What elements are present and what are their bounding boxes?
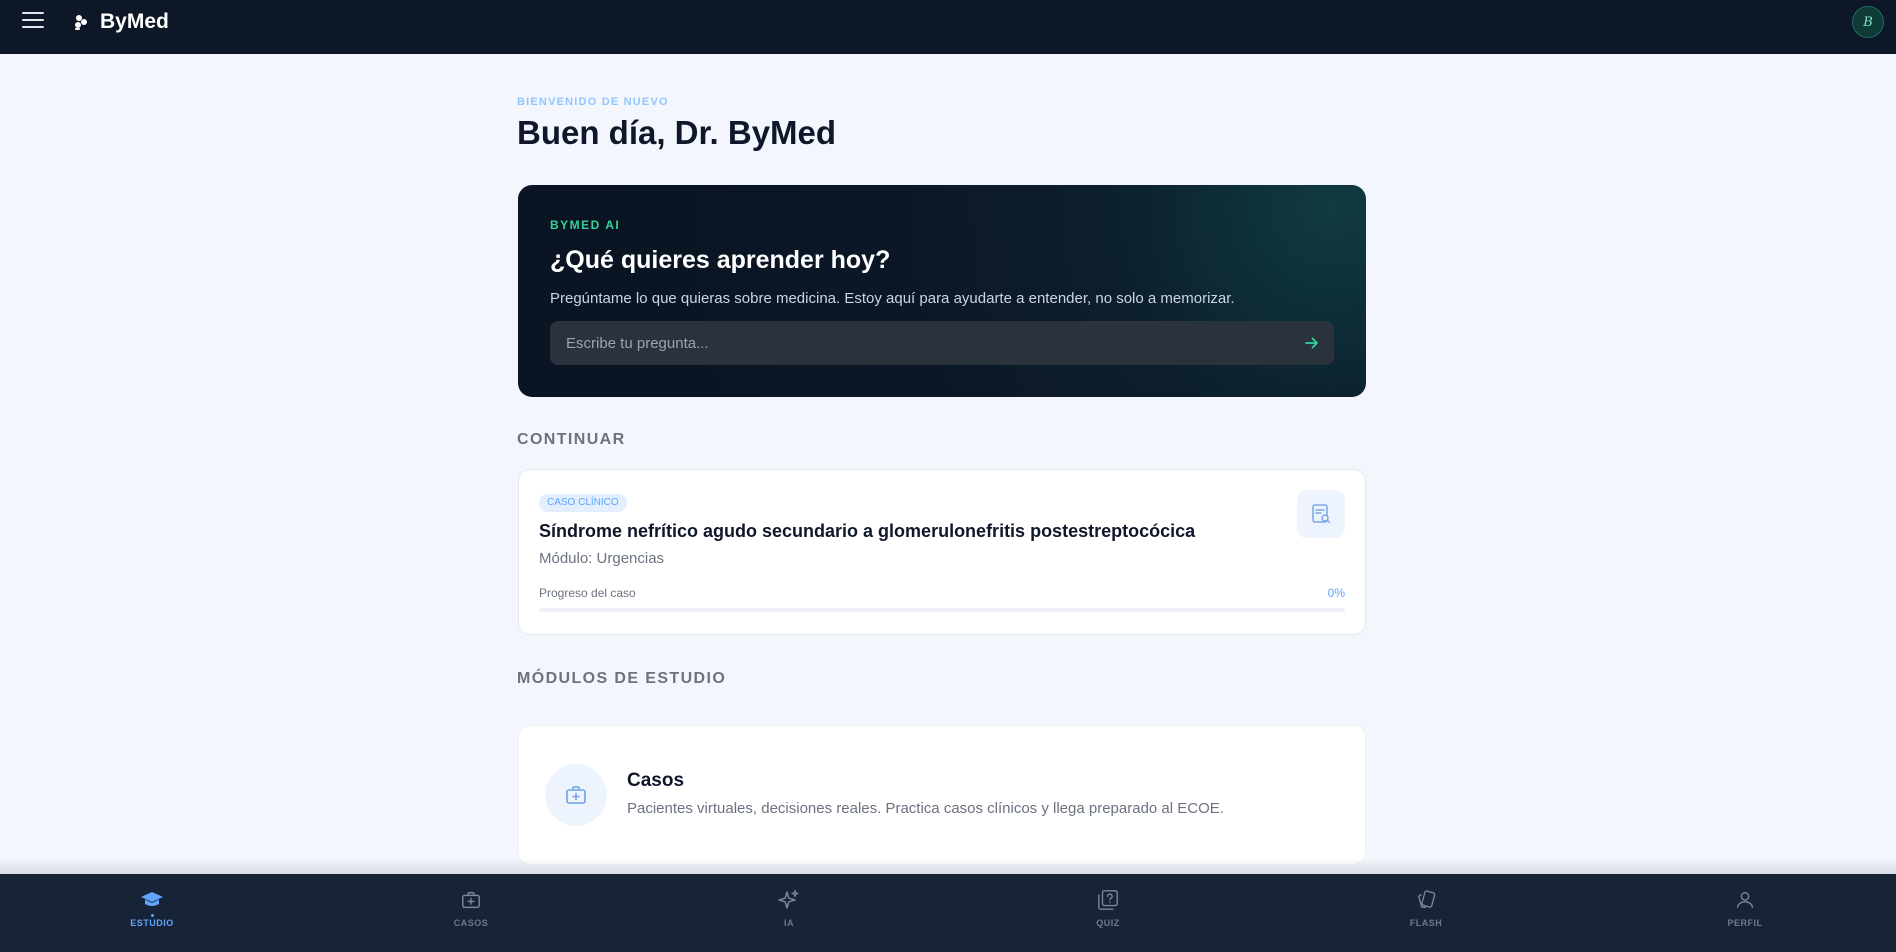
ai-assistant-card: BYMED AI ¿Qué quieres aprender hoy? Preg…	[518, 185, 1366, 397]
continue-section-title: CONTINUAR	[517, 431, 626, 448]
scroll-fade	[0, 858, 1896, 874]
ai-title: ¿Qué quieres aprender hoy?	[550, 246, 891, 274]
quiz-icon	[1096, 888, 1120, 912]
nav-tab-ia[interactable]: IA	[744, 888, 834, 938]
case-title: Síndrome nefrítico agudo secundario a gl…	[539, 521, 1196, 541]
hamburger-menu-icon[interactable]	[22, 10, 44, 30]
cards-icon	[1414, 888, 1438, 912]
nav-tab-estudio[interactable]: ESTUDIO	[107, 888, 197, 938]
nav-label: ESTUDIO	[130, 918, 174, 928]
module-description: Pacientes virtuales, decisiones reales. …	[627, 800, 1224, 817]
ai-question-box	[550, 321, 1334, 365]
graduation-cap-icon	[140, 888, 164, 912]
brand[interactable]: ByMed	[72, 10, 169, 34]
nav-label: IA	[784, 918, 794, 928]
clinical-report-icon	[1312, 504, 1331, 524]
nav-label: CASOS	[453, 918, 489, 928]
ai-description: Pregúntame lo que quieras sobre medicina…	[550, 290, 1235, 307]
progress-value: 0%	[1327, 586, 1345, 600]
medical-kit-icon	[459, 888, 483, 912]
progress-bar	[539, 608, 1345, 612]
medical-kit-icon	[545, 764, 607, 826]
nav-tab-flash[interactable]: FLASH	[1381, 888, 1471, 938]
sparkles-icon	[777, 888, 801, 912]
avatar[interactable]: B	[1852, 6, 1884, 38]
module-card-casos[interactable]: Casos Pacientes virtuales, decisiones re…	[518, 725, 1366, 865]
module-title: Casos	[627, 770, 685, 791]
nav-label: FLASH	[1409, 918, 1443, 928]
nav-label: PERFIL	[1727, 918, 1763, 928]
top-bar: ByMed B	[0, 0, 1896, 54]
continue-case-card[interactable]: CASO CLÍNICO Síndrome nefrítico agudo se…	[518, 469, 1366, 635]
user-icon	[1733, 888, 1757, 912]
app-title: ByMed	[100, 10, 169, 33]
case-module: Módulo: Urgencias	[539, 550, 665, 567]
welcome-eyebrow: BIENVENIDO DE NUEVO	[517, 96, 669, 108]
case-type-badge: CASO CLÍNICO	[539, 494, 627, 512]
arrow-right-icon	[1305, 337, 1318, 349]
modules-section-title: MÓDULOS DE ESTUDIO	[517, 670, 727, 687]
logo-icon	[75, 15, 87, 30]
page-title: Buen día, Dr. ByMed	[517, 114, 837, 151]
send-button[interactable]	[1300, 331, 1324, 355]
ai-question-input[interactable]	[550, 321, 1290, 365]
nav-tab-casos[interactable]: CASOS	[426, 888, 516, 938]
nav-label: QUIZ	[1096, 918, 1120, 928]
ai-label: BYMED AI	[550, 218, 621, 232]
active-indicator	[150, 914, 154, 917]
nav-tab-quiz[interactable]: QUIZ	[1063, 888, 1153, 938]
progress-label: Progreso del caso	[539, 586, 636, 600]
bottom-nav: ESTUDIO CASOS IA QUIZ FLASH PERFIL	[0, 874, 1896, 952]
case-report-button[interactable]	[1297, 490, 1345, 538]
nav-tab-perfil[interactable]: PERFIL	[1700, 888, 1790, 938]
